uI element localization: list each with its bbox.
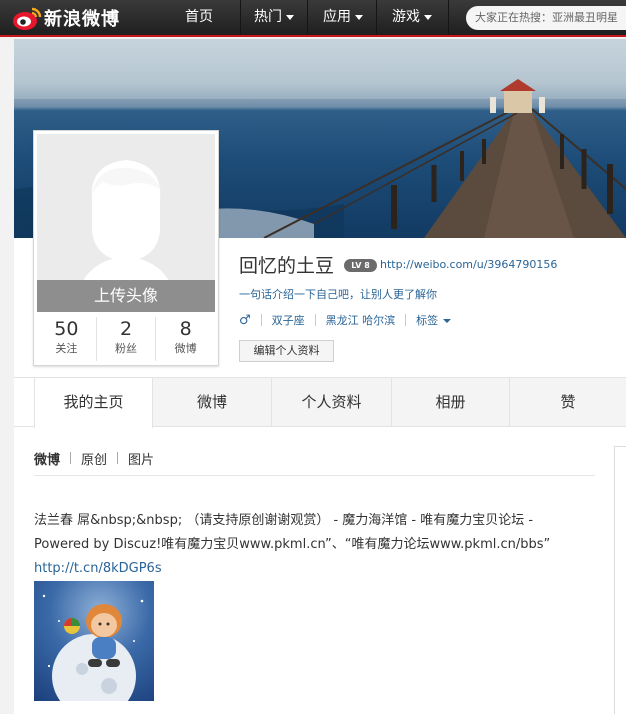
tab-album[interactable]: 相册 — [392, 378, 510, 426]
right-sidebar-edge — [614, 446, 626, 714]
meta-divider — [260, 314, 262, 326]
weibo-eye-icon — [12, 5, 42, 31]
nav-divider — [307, 0, 308, 35]
tab-my-home[interactable]: 我的主页 — [34, 378, 153, 428]
profile-meta-row: ♂ 双子座 黑龙江 哈尔滨 标签 — [239, 312, 452, 328]
sina-weibo-logo[interactable]: 新浪微博 — [12, 5, 120, 31]
post-content: 法兰春 屌&nbsp;&nbsp; （请支持原创谢谢观赏） - 魔力海洋馆 - … — [34, 509, 574, 581]
stat-value: 50 — [54, 318, 79, 340]
filter-pictures[interactable]: 图片 — [128, 449, 154, 468]
chevron-down-icon — [355, 14, 363, 20]
nav-hot-menu[interactable]: 热门 — [254, 0, 294, 35]
tags-label: 标签 — [416, 314, 439, 327]
feed-filter-tabs: 微博 原创 图片 — [34, 449, 154, 468]
profile-url-link[interactable]: http://weibo.com/u/3964790156 — [380, 258, 557, 271]
top-navigation-bar: 新浪微博 首页 热门 应用 游戏 大家正在热搜：亚洲最丑明星 — [0, 0, 626, 37]
cartoon-character-image — [42, 594, 144, 701]
tags-dropdown[interactable]: 标签 — [416, 312, 452, 328]
meta-divider — [405, 314, 407, 326]
profile-tabs: 我的主页 微博 个人资料 相册 赞 — [14, 377, 626, 428]
stat-posts[interactable]: 8 微博 — [156, 317, 215, 361]
stat-label: 微博 — [174, 342, 197, 355]
zodiac-link[interactable]: 双子座 — [272, 312, 305, 328]
post-image[interactable] — [34, 581, 154, 701]
stat-label: 粉丝 — [115, 342, 137, 355]
nav-divider — [376, 0, 377, 35]
search-input[interactable]: 大家正在热搜：亚洲最丑明星 — [466, 6, 626, 30]
nav-games-label: 游戏 — [392, 9, 420, 25]
filter-original[interactable]: 原创 — [81, 449, 107, 468]
stat-value: 8 — [179, 318, 192, 340]
post-short-link[interactable]: http://t.cn/8kDGP6s — [34, 561, 162, 576]
nav-divider — [448, 0, 449, 35]
profile-stats: 50 关注 2 粉丝 8 微博 — [37, 317, 215, 361]
profile-intro-link[interactable]: 一句话介绍一下自己吧，让别人更了解你 — [239, 286, 437, 302]
profile-username: 回忆的土豆 — [239, 255, 335, 277]
male-gender-icon: ♂ — [239, 312, 251, 328]
nav-games-menu[interactable]: 游戏 — [392, 0, 432, 35]
tab-likes[interactable]: 赞 — [510, 378, 626, 426]
avatar-card: 上传头像 50 关注 2 粉丝 8 微博 — [33, 130, 219, 366]
nav-apps-label: 应用 — [323, 9, 351, 25]
nav-hot-label: 热门 — [254, 9, 282, 25]
stat-value: 2 — [119, 318, 133, 340]
edit-profile-button[interactable]: 编辑个人资料 — [239, 340, 334, 362]
post-text: 法兰春 屌&nbsp;&nbsp; （请支持原创谢谢观赏） - 魔力海洋馆 - … — [34, 513, 551, 552]
nav-divider — [240, 0, 241, 35]
stat-following[interactable]: 50 关注 — [37, 317, 97, 361]
chevron-down-icon — [286, 14, 294, 20]
filter-weibo[interactable]: 微博 — [34, 449, 60, 468]
user-level-badge[interactable]: LV 8 — [344, 259, 377, 272]
chevron-down-icon — [424, 14, 432, 20]
stat-followers[interactable]: 2 粉丝 — [97, 317, 157, 361]
feed-divider — [34, 475, 595, 476]
location-link[interactable]: 黑龙江 哈尔滨 — [326, 312, 396, 328]
nav-apps-menu[interactable]: 应用 — [323, 0, 363, 35]
chevron-down-icon — [443, 319, 452, 323]
filter-divider — [70, 452, 72, 464]
tab-profile-info[interactable]: 个人资料 — [272, 378, 392, 426]
meta-divider — [314, 314, 316, 326]
stat-label: 关注 — [55, 342, 78, 355]
upload-avatar-button[interactable]: 上传头像 — [37, 280, 215, 312]
brand-name: 新浪微博 — [44, 9, 120, 30]
tab-weibo[interactable]: 微博 — [153, 378, 272, 426]
nav-home-link[interactable]: 首页 — [185, 0, 213, 35]
filter-divider — [117, 452, 119, 464]
